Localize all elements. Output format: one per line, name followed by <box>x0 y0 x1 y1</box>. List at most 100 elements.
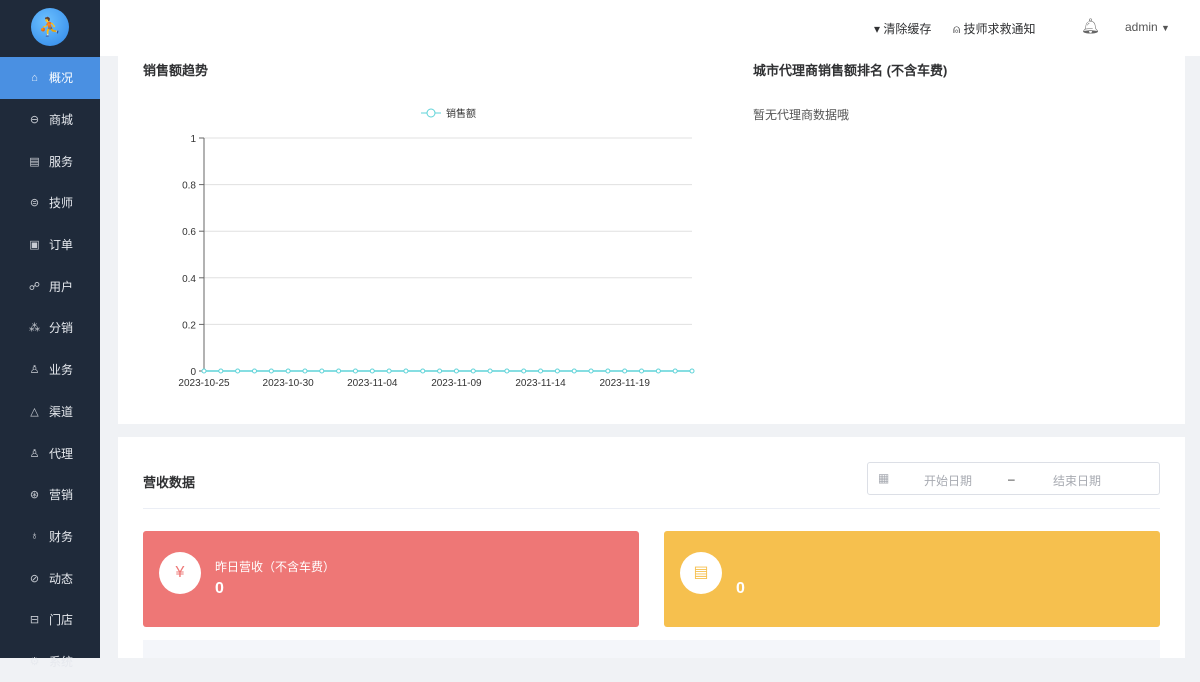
sidebar-item-4[interactable]: ▣ 订单 <box>0 224 100 266</box>
data-point[interactable] <box>655 368 661 374</box>
data-point[interactable] <box>672 368 678 374</box>
data-point[interactable] <box>437 368 443 374</box>
sidebar-item-2[interactable]: ▤ 服务 <box>0 140 100 182</box>
data-point[interactable] <box>386 368 392 374</box>
y-tick-label: 0.4 <box>182 274 196 285</box>
y-tick-label: 1 <box>190 134 196 145</box>
data-point[interactable] <box>251 368 257 374</box>
data-point[interactable] <box>504 368 510 374</box>
data-point[interactable] <box>571 368 577 374</box>
y-tick-label: 0.8 <box>182 181 196 192</box>
sidebar-item-label: 动态 <box>49 571 74 586</box>
sidebar-item-9[interactable]: ♙ 代理 <box>0 432 100 474</box>
header: ▾ 清除缓存 ⍝ 技师求救通知 🔔︎ admin ▼ <box>100 0 1200 56</box>
sidebar-item-label: 业务 <box>49 363 74 378</box>
bell-icon[interactable]: 🔔︎ <box>1081 17 1100 35</box>
x-tick-label: 2023-11-19 <box>599 378 650 389</box>
x-tick-label: 2023-11-09 <box>431 378 482 389</box>
clear-cache-button[interactable]: ▾ 清除缓存 <box>874 20 931 37</box>
sidebar-item-6[interactable]: ⁂ 分销 <box>0 307 100 349</box>
sidebar-item-label: 门店 <box>49 613 74 628</box>
legend-label[interactable]: 销售额 <box>446 107 476 120</box>
data-point[interactable] <box>605 368 611 374</box>
data-point[interactable] <box>336 368 342 374</box>
data-point[interactable] <box>268 368 274 374</box>
distribution-icon: ⁂ <box>29 322 40 335</box>
sidebar-item-label: 代理 <box>49 446 74 461</box>
sidebar: ⛹ ⌂ 概况 ⊖ 商城 ▤ 服务 ⊜ 技师 ▣ 订单 ☍ 用户 ⁂ 分销 ♙ 业务 △ 渠道 ♙ 代理 ⊛ 营销 ♁ 财务 ⊘ 动… <box>0 0 100 669</box>
start-date-input[interactable]: 开始日期 <box>924 472 972 489</box>
sidebar-item-8[interactable]: △ 渠道 <box>0 391 100 433</box>
shop-icon: ⊖ <box>29 114 40 127</box>
sidebar-item-label: 订单 <box>49 238 74 253</box>
sidebar-item-label: 技师 <box>49 196 74 211</box>
sidebar-item-0[interactable]: ⌂ 概况 <box>0 57 100 99</box>
data-point[interactable] <box>538 368 544 374</box>
data-point[interactable] <box>521 368 527 374</box>
revenue-title: 营收数据 <box>143 475 196 490</box>
sidebar-item-label: 用户 <box>49 279 74 294</box>
sidebar-item-label: 服务 <box>49 154 74 169</box>
sidebar-item-11[interactable]: ♁ 财务 <box>0 516 100 558</box>
news-icon: ⊘ <box>29 572 40 585</box>
data-point[interactable] <box>352 368 358 374</box>
sidebar-item-10[interactable]: ⊛ 营销 <box>0 474 100 516</box>
sidebar-menu: ⌂ 概况 ⊖ 商城 ▤ 服务 ⊜ 技师 ▣ 订单 ☍ 用户 ⁂ 分销 ♙ 业务 △ 渠道 ♙ 代理 ⊛ 营销 ♁ 财务 ⊘ 动态 ⊟… <box>0 57 100 682</box>
sidebar-item-1[interactable]: ⊖ 商城 <box>0 99 100 141</box>
clipboard-icon: ▤ <box>680 552 722 594</box>
date-range-picker[interactable]: ▦ 开始日期 – 结束日期 <box>867 462 1160 495</box>
sos-notice-button[interactable]: ⍝ 技师求救通知 <box>953 20 1036 37</box>
data-point[interactable] <box>689 368 695 374</box>
logo: ⛹ <box>31 8 69 46</box>
data-point[interactable] <box>639 368 645 374</box>
finance-icon: ♁ <box>30 530 39 543</box>
user-menu[interactable]: admin ▼ <box>1125 20 1170 34</box>
service-icon: ▤ <box>29 155 40 168</box>
order-icon: ▣ <box>29 239 40 252</box>
data-point[interactable] <box>403 368 409 374</box>
store-icon: ⊟ <box>29 614 40 627</box>
yesterday-revenue-card: ¥ 昨日营收（不含车费） 0 <box>143 531 639 627</box>
sidebar-item-13[interactable]: ⊟ 门店 <box>0 599 100 641</box>
data-point[interactable] <box>369 368 375 374</box>
data-point[interactable] <box>487 368 493 374</box>
sidebar-item-3[interactable]: ⊜ 技师 <box>0 182 100 224</box>
legend-marker <box>426 108 436 118</box>
data-point[interactable] <box>588 368 594 374</box>
data-point[interactable] <box>420 368 426 374</box>
users-icon: ☍ <box>28 280 41 293</box>
clear-cache-label: 清除缓存 <box>883 22 932 36</box>
sales-chart: 0 0.2 0.4 0.6 0.8 1 2023-10-25 2023-10-30 2023-1… <box>178 107 695 389</box>
sidebar-item-label: 商城 <box>49 113 74 128</box>
data-point[interactable] <box>470 368 476 374</box>
y-tick-label: 0.6 <box>182 227 196 238</box>
data-point[interactable] <box>285 368 291 374</box>
y-tick-label: 0.2 <box>182 320 196 331</box>
data-point[interactable] <box>554 368 560 374</box>
caret-down-icon: ▼ <box>1161 23 1170 33</box>
alarm-icon: ⍝ <box>953 22 964 36</box>
data-point[interactable] <box>235 368 241 374</box>
data-point[interactable] <box>453 368 459 374</box>
y-tick-label: 0 <box>190 367 196 378</box>
username: admin <box>1125 20 1158 34</box>
stat-label: 昨日营收（不含车费） <box>215 560 336 574</box>
sidebar-item-label: 概况 <box>49 71 74 86</box>
sidebar-item-label: 渠道 <box>49 404 74 419</box>
settings-icon: ⚙ <box>29 655 40 668</box>
data-point[interactable] <box>218 368 224 374</box>
sidebar-item-7[interactable]: ♙ 业务 <box>0 349 100 391</box>
calendar-icon: ▦ <box>878 471 890 485</box>
data-point[interactable] <box>319 368 325 374</box>
data-point[interactable] <box>622 368 628 374</box>
sidebar-item-12[interactable]: ⊘ 动态 <box>0 557 100 599</box>
range-separator: – <box>1008 472 1015 486</box>
end-date-input[interactable]: 结束日期 <box>1053 472 1101 489</box>
data-point[interactable] <box>201 368 207 374</box>
ranking-title: 城市代理商销售额排名 (不含车费) <box>753 63 948 78</box>
sidebar-item-14[interactable]: ⚙ 系统 <box>0 641 100 682</box>
data-point[interactable] <box>302 368 308 374</box>
x-tick-label: 2023-11-14 <box>515 378 566 389</box>
home-icon: ⌂ <box>31 71 38 84</box>
sidebar-item-5[interactable]: ☍ 用户 <box>0 265 100 307</box>
